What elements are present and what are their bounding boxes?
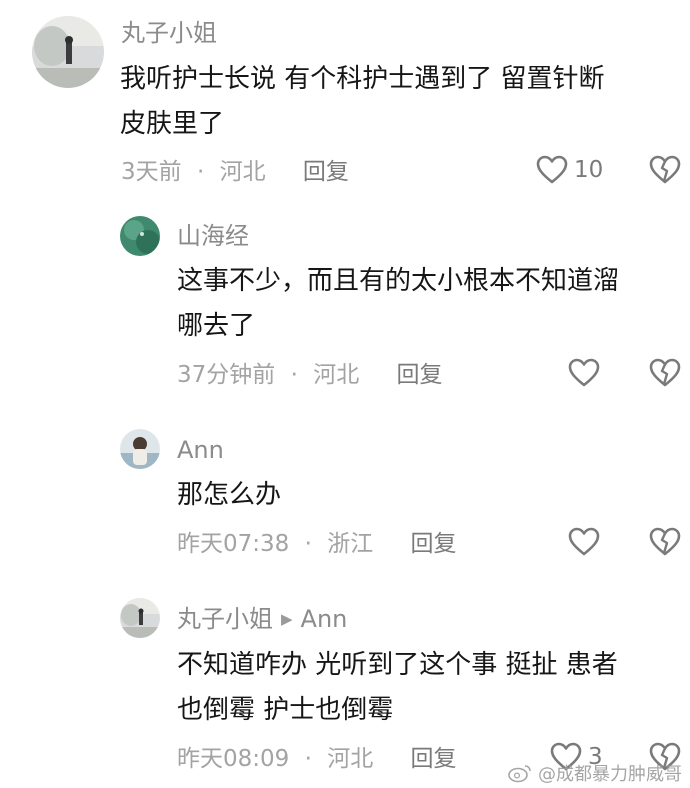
comment-location: 河北 [219,159,266,185]
comment-location: 浙江 [327,531,374,557]
dislike-button[interactable] [649,527,681,557]
comment-meta: 37分钟前 · 河北 回复 [177,360,443,390]
reply-button[interactable]: 回复 [411,531,457,557]
comment-text-line: 这事不少，而且有的太小根本不知道溜 [177,266,620,296]
broken-heart-icon [649,155,681,184]
broken-heart-icon [649,527,681,556]
meta-separator: · [304,531,312,557]
comment-author[interactable]: 丸子小姐 [121,18,217,48]
comment-author[interactable]: Ann [177,435,224,465]
reply-button[interactable]: 回复 [397,362,443,388]
comment-text-line: 哪去了 [177,311,256,341]
comment-text: 那怎么办 [177,473,281,518]
avatar[interactable] [120,429,160,469]
comment-text-line: 我听护士长说 有个科护士遇到了 留置针断 [120,64,605,94]
meta-separator: · [196,159,205,185]
comment-time: 3天前 [121,159,182,185]
avatar-image-icon [120,429,160,469]
like-button[interactable]: 10 [536,155,603,185]
comment-text-line: 不知道咋办 光听到了这个事 挺扯 患者 [177,650,618,680]
watermark: @成都暴力肿威哥 [508,760,682,786]
avatar-image-icon [120,216,160,256]
heart-icon [568,358,600,387]
reply-arrow-icon: ▶ [281,610,293,628]
heart-icon [568,527,600,556]
like-button[interactable] [568,527,606,557]
comment-text: 这事不少，而且有的太小根本不知道溜 哪去了 [177,259,619,349]
reply-button[interactable]: 回复 [303,159,349,185]
meta-separator: · [304,746,312,772]
comment-meta: 3天前 · 河北 回复 [121,157,349,187]
reply-to-author[interactable]: Ann [301,605,348,633]
avatar[interactable] [120,216,160,256]
weibo-logo-icon [508,765,531,783]
dislike-button[interactable] [649,358,681,388]
comment-location: 河北 [313,362,360,388]
meta-separator: · [290,362,298,388]
comment-author[interactable]: 丸子小姐 [177,605,273,633]
avatar-image-icon [32,16,104,88]
comment-text-line: 皮肤里了 [120,109,225,139]
comment-location: 河北 [327,746,374,772]
avatar-image-icon [120,598,160,638]
comment-time: 昨天08:09 [177,746,290,772]
dislike-button[interactable] [649,155,681,185]
comment-text: 我听护士长说 有个科护士遇到了 留置针断 皮肤里了 [120,57,605,147]
comment-time: 昨天07:38 [177,531,290,557]
comment-meta: 昨天08:09 · 河北 回复 [177,744,457,774]
comment-text-line: 也倒霉 护士也倒霉 [177,695,394,725]
comment-meta: 昨天07:38 · 浙江 回复 [177,529,457,559]
comment-text-line: 那怎么办 [177,480,282,510]
comment-author[interactable]: 山海经 [177,221,249,251]
heart-icon [536,155,568,184]
avatar[interactable] [120,598,160,638]
watermark-text: @成都暴力肿威哥 [538,764,682,785]
comment-text: 不知道咋办 光听到了这个事 挺扯 患者 也倒霉 护士也倒霉 [177,643,618,733]
broken-heart-icon [649,358,681,387]
like-count: 10 [574,157,604,183]
like-button[interactable] [568,358,606,388]
comment-time: 37分钟前 [177,362,276,388]
avatar[interactable] [32,16,104,88]
comment-author-line: 丸子小姐 ▶ Ann [177,604,347,634]
reply-button[interactable]: 回复 [411,746,457,772]
